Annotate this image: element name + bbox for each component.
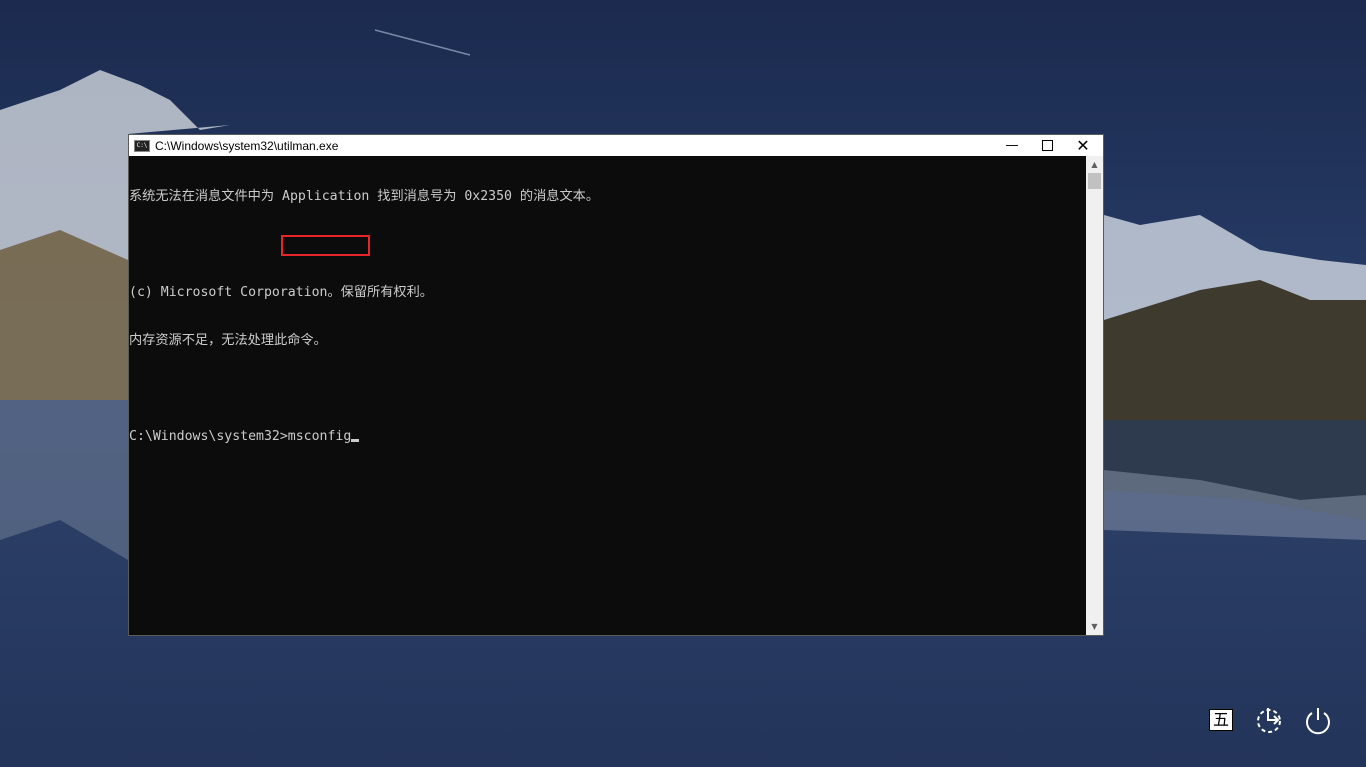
power-icon <box>1303 705 1333 735</box>
accessibility-button[interactable] <box>1253 704 1285 736</box>
console-line <box>129 237 1087 253</box>
vertical-scrollbar[interactable]: ▲ ▼ <box>1086 156 1103 635</box>
highlight-box <box>281 235 370 256</box>
command-input[interactable]: msconfig <box>288 429 352 444</box>
ime-icon: 五 <box>1209 709 1233 731</box>
window-title: C:\Windows\system32\utilman.exe <box>155 139 338 153</box>
console-output[interactable]: 系统无法在消息文件中为 Application 找到消息号为 0x2350 的消… <box>129 156 1087 635</box>
prompt-line[interactable]: C:\Windows\system32>msconfig <box>129 429 1087 445</box>
console-line <box>129 381 1087 397</box>
close-button[interactable]: ✕ <box>1068 135 1098 156</box>
console-line: 系统无法在消息文件中为 Application 找到消息号为 0x2350 的消… <box>129 189 1087 205</box>
console-line: 内存资源不足，无法处理此命令。 <box>129 333 1087 349</box>
console-line: (c) Microsoft Corporation。保留所有权利。 <box>129 285 1087 301</box>
scroll-thumb[interactable] <box>1088 173 1101 189</box>
ime-button[interactable]: 五 <box>1205 704 1237 736</box>
maximize-button[interactable] <box>1032 135 1062 156</box>
minimize-button[interactable]: — <box>997 135 1027 156</box>
scroll-up-icon[interactable]: ▲ <box>1086 156 1103 173</box>
command-prompt-window[interactable]: C:\ C:\Windows\system32\utilman.exe — ✕ … <box>128 134 1104 636</box>
power-button[interactable] <box>1302 704 1334 736</box>
scroll-down-icon[interactable]: ▼ <box>1086 618 1103 635</box>
prompt: C:\Windows\system32> <box>129 429 288 444</box>
cmd-icon: C:\ <box>134 140 150 152</box>
text-cursor <box>351 439 359 442</box>
accessibility-icon <box>1254 705 1284 735</box>
title-bar[interactable]: C:\ C:\Windows\system32\utilman.exe — ✕ <box>129 135 1103 156</box>
